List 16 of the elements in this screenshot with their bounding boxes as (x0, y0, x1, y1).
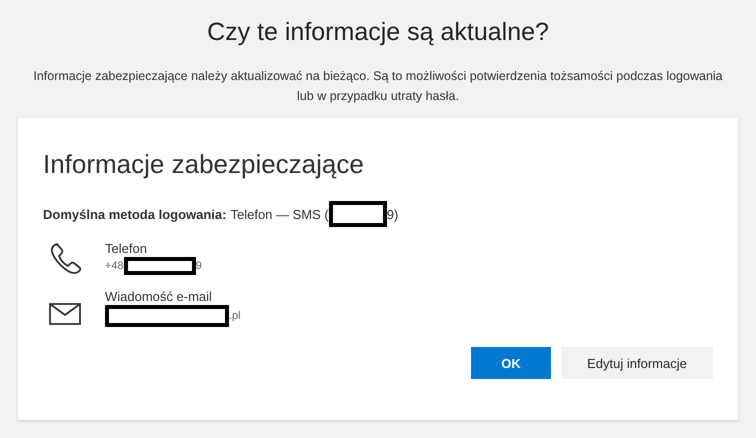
page-title: Czy te informacje są aktualne? (207, 17, 549, 48)
redaction-bar (328, 201, 387, 227)
method-detail: +48 (105, 260, 124, 272)
method-name: Telefon (105, 241, 148, 257)
default-method-value: Telefon — SMS ( (230, 206, 329, 222)
phone-icon (49, 241, 83, 275)
edit-button[interactable]: Edytuj informacje (561, 347, 713, 379)
default-method-label: Domyślna metoda logowania: (43, 206, 226, 222)
default-method-value: 9) (386, 206, 398, 222)
ok-button[interactable]: OK (471, 347, 551, 379)
method-name: Wiadomość e-mail (105, 289, 213, 305)
envelope-icon (49, 303, 81, 325)
method-detail: 9 (196, 260, 202, 272)
description-text: Informacje zabezpieczające należy aktualizować na bieżąco. Są to możliwości potwierdzenia tożsamości podczas logowania lub w przypadku utraty hasła. (33, 68, 723, 105)
method-detail: .pl (229, 310, 241, 322)
card-heading: Informacje zabezpieczające (43, 148, 365, 180)
